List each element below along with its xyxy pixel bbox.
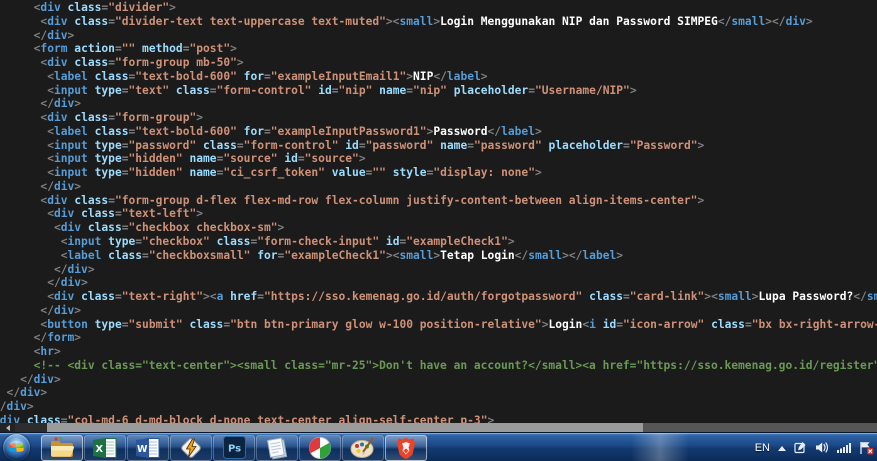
code-line: <button type="submit" class="btn btn-pri… [40, 317, 877, 331]
code-line: <div class="form-group d-flex flex-md-ro… [40, 193, 705, 207]
scrollbar-track[interactable] [643, 423, 877, 432]
code-line: <div class="divider"> [33, 1, 176, 14]
volume-icon[interactable] [815, 441, 829, 454]
photoshop-icon: Ps [222, 436, 246, 459]
code-line: </form> [33, 331, 82, 345]
show-hidden-icons-icon[interactable] [778, 442, 786, 451]
code-line: <form action="" method="post"> [33, 42, 237, 56]
code-line: <label class="text-bold-600" for="exampl… [47, 124, 542, 138]
language-indicator[interactable]: EN [755, 442, 770, 454]
paint-icon [350, 437, 374, 458]
screen: <div class="divider"> <div class="divide… [0, 0, 877, 461]
action-center-alert-icon[interactable] [859, 441, 874, 455]
system-tray: EN [755, 433, 874, 461]
windows-logo-icon [9, 440, 24, 452]
winamp-icon [181, 437, 201, 458]
code-line: </div> [40, 303, 82, 317]
code-line: <div class="checkbox checkbox-sm"> [53, 221, 285, 235]
start-button[interactable] [3, 434, 30, 461]
word-icon: W [136, 437, 160, 458]
taskbar-item-word[interactable]: W [127, 434, 169, 461]
taskbar-item-winamp[interactable] [170, 434, 212, 461]
code-line: </div> [20, 372, 61, 386]
folder-icon [51, 437, 74, 457]
taskbar-item-windows-explorer[interactable] [41, 434, 83, 461]
photoshop-letters: Ps [227, 444, 240, 455]
code-line: <input type="checkbox" class="form-check… [60, 235, 515, 249]
code-line: <input type="hidden" name="ci_csrf_token… [47, 166, 542, 180]
taskbar: X W Ps EN [0, 432, 877, 461]
taskbar-items: X W Ps [41, 434, 427, 461]
excel-letter: X [95, 443, 103, 454]
code-line: </div> [40, 179, 82, 193]
word-letter: W [137, 443, 148, 454]
code-line: <div class="text-left"> [47, 207, 204, 221]
code-line: <label class="text-bold-600" for="exampl… [47, 69, 488, 83]
horizontal-scrollbar[interactable] [0, 423, 877, 432]
scrollbar-thumb[interactable] [47, 423, 643, 432]
taskbar-item-photoscape[interactable] [299, 434, 341, 461]
scroll-left-arrow-icon[interactable] [0, 423, 15, 432]
taskbar-item-excel[interactable]: X [84, 434, 126, 461]
code-line: </div> [53, 262, 95, 276]
code-line: </div> [40, 97, 82, 111]
brave-icon [397, 437, 415, 459]
code-line: <input type="text" class="form-control" … [47, 83, 637, 97]
taskbar-item-brave[interactable] [385, 434, 427, 461]
code-line: <div class="form-group"> [40, 111, 204, 125]
taskbar-item-paint[interactable] [342, 434, 384, 461]
code-line: <div class="text-right"><a href="https:/… [47, 290, 877, 304]
code-editor[interactable]: <div class="divider"> <div class="divide… [0, 0, 877, 432]
code-line: <input type="hidden" name="source" id="s… [47, 152, 366, 166]
notepad-icon [266, 437, 288, 459]
taskbar-item-notepad[interactable] [256, 434, 298, 461]
code-line: <label class="checkboxsmall" for="exampl… [60, 248, 624, 262]
network-icon[interactable] [837, 441, 851, 454]
code-line: </div> [47, 276, 88, 290]
code-line: </div> [33, 28, 75, 42]
excel-icon: X [93, 437, 117, 458]
source-code: <div class="divider"> <div class="divide… [0, 1, 877, 428]
input-indicator-icon[interactable] [794, 441, 807, 454]
taskbar-item-photoshop[interactable]: Ps [213, 434, 255, 461]
photoscape-icon [309, 436, 331, 459]
code-line: <hr> [33, 345, 61, 359]
code-line: <!-- <div class="text-center"><small cla… [0, 358, 877, 372]
code-line: </div> [0, 400, 34, 414]
code-line: <input type="password" class="form-contr… [47, 138, 705, 152]
code-line: <div class="divider-text text-uppercase … [40, 14, 813, 28]
code-line: <div class="form-group mb-50"> [40, 56, 244, 70]
code-line: </div> [6, 386, 48, 400]
